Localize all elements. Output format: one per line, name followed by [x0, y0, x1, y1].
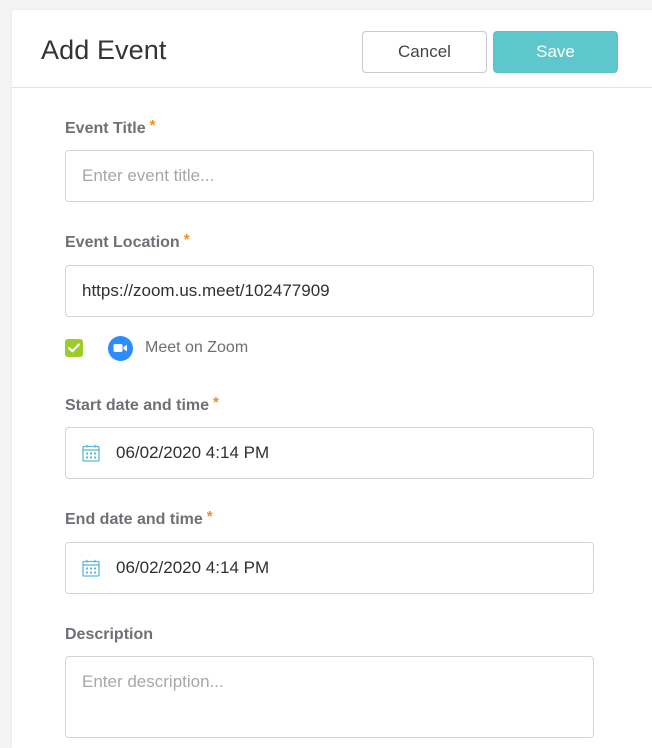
cancel-button[interactable]: Cancel — [362, 31, 487, 73]
calendar-icon — [82, 559, 100, 577]
start-date-input[interactable]: 06/02/2020 4:14 PM — [65, 427, 594, 479]
end-date-value: 06/02/2020 4:14 PM — [116, 558, 270, 577]
start-date-value: 06/02/2020 4:14 PM — [116, 443, 270, 462]
save-button[interactable]: Save — [493, 31, 618, 73]
event-title-label: Event Title * — [65, 117, 156, 138]
event-title-label-text: Event Title — [65, 120, 146, 137]
event-location-field — [65, 265, 594, 317]
event-location-label-text: Event Location — [65, 234, 180, 251]
required-asterisk: * — [213, 394, 219, 411]
description-field — [65, 656, 594, 738]
description-label: Description — [65, 626, 153, 644]
event-title-field — [65, 150, 594, 202]
event-title-input[interactable] — [66, 151, 593, 201]
add-event-panel: Add Event Cancel Save Event Title* Event… — [12, 10, 652, 748]
required-asterisk: * — [206, 508, 213, 525]
meet-on-zoom-row: Meet on Zoom — [65, 335, 249, 361]
start-date-label: Start date and time * — [65, 394, 219, 415]
description-textarea[interactable] — [66, 657, 593, 737]
end-date-label: End date and time * — [65, 508, 213, 529]
end-date-label-text: End date and time — [65, 511, 203, 528]
calendar-icon — [82, 444, 100, 462]
zoom-icon — [108, 335, 133, 361]
page-title: Add Event — [41, 35, 167, 65]
event-location-input[interactable] — [66, 266, 593, 316]
panel-header: Add Event Cancel Save — [12, 10, 652, 88]
end-date-input[interactable]: 06/02/2020 4:14 PM — [65, 542, 594, 594]
description-label-text: Description — [65, 626, 154, 643]
meet-on-zoom-label: Meet on Zoom — [145, 339, 249, 356]
required-asterisk: * — [183, 231, 190, 248]
start-date-label-text: Start date and time — [65, 397, 210, 414]
meet-on-zoom-checkbox[interactable] — [65, 339, 83, 357]
checkmark-icon — [68, 343, 80, 353]
event-location-label: Event Location * — [65, 231, 190, 252]
required-asterisk: * — [149, 117, 156, 134]
